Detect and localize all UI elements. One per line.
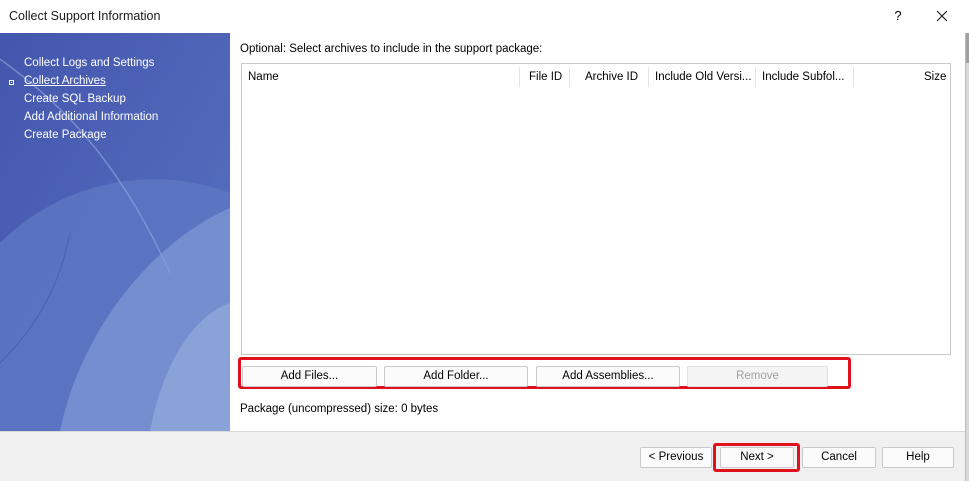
package-size-text: Package (uncompressed) size: 0 bytes — [240, 403, 439, 415]
cancel-button[interactable]: Cancel — [802, 447, 876, 468]
column-separator[interactable] — [853, 67, 854, 87]
remove-button[interactable]: Remove — [687, 366, 828, 387]
step-collect-archives[interactable]: Collect Archives — [24, 75, 106, 87]
help-button[interactable]: Help — [882, 447, 954, 468]
help-icon[interactable]: ? — [888, 6, 908, 26]
title-bar: Collect Support Information ? — [0, 0, 969, 33]
step-create-package[interactable]: Create Package — [24, 129, 106, 141]
add-files-button[interactable]: Add Files... — [242, 366, 377, 387]
column-file-id[interactable]: File ID — [529, 65, 579, 89]
column-size[interactable]: Size — [924, 65, 948, 89]
step-collect-logs[interactable]: Collect Logs and Settings — [24, 57, 154, 69]
instruction-text: Optional: Select archives to include in … — [240, 43, 543, 55]
previous-button[interactable]: < Previous — [640, 447, 712, 468]
close-icon[interactable] — [930, 6, 954, 26]
window-title: Collect Support Information — [9, 9, 161, 23]
step-create-sql-backup[interactable]: Create SQL Backup — [24, 93, 126, 105]
column-separator[interactable] — [519, 67, 520, 87]
column-include-subfolders[interactable]: Include Subfol... — [762, 65, 852, 89]
window-scrollbar[interactable] — [965, 33, 969, 481]
archives-list[interactable]: Name File ID Archive ID Include Old Vers… — [241, 63, 951, 355]
wizard-sidebar: Collect Logs and Settings Collect Archiv… — [0, 33, 230, 431]
add-folder-button[interactable]: Add Folder... — [384, 366, 528, 387]
step-add-information[interactable]: Add Additional Information — [24, 111, 158, 123]
next-button[interactable]: Next > — [720, 447, 794, 468]
add-assemblies-button[interactable]: Add Assemblies... — [536, 366, 680, 387]
column-separator[interactable] — [755, 67, 756, 87]
current-step-bullet-icon — [9, 80, 14, 85]
column-archive-id[interactable]: Archive ID — [585, 65, 645, 89]
column-separator[interactable] — [569, 67, 570, 87]
column-name[interactable]: Name — [248, 65, 448, 89]
column-include-old-versions[interactable]: Include Old Versi... — [655, 65, 753, 89]
column-separator[interactable] — [648, 67, 649, 87]
